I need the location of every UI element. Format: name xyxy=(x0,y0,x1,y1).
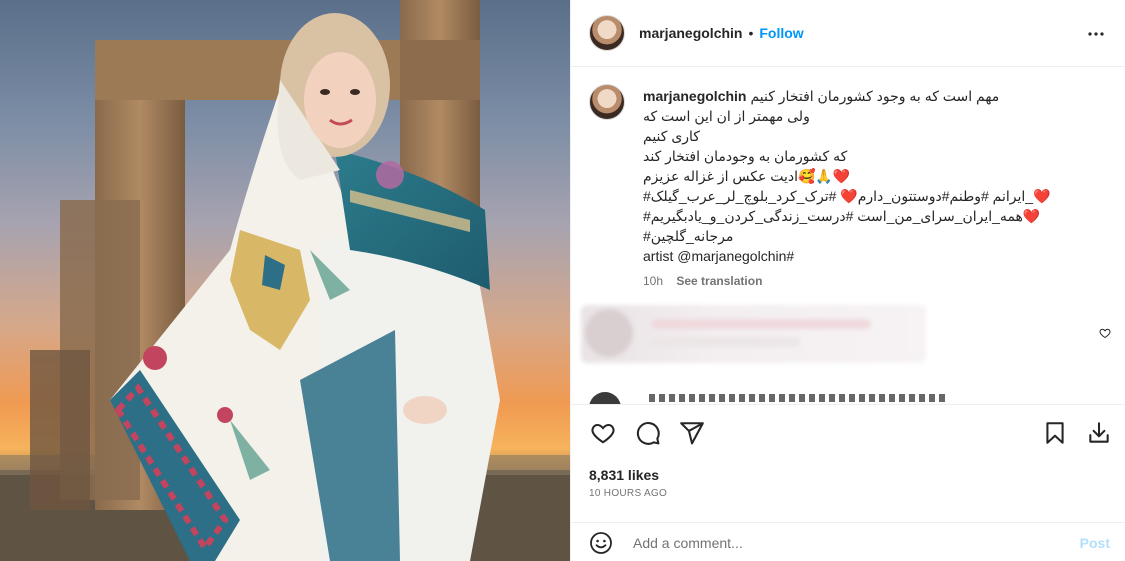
caption-meta: 10h See translation xyxy=(643,274,762,288)
see-translation-link[interactable]: See translation xyxy=(676,274,762,288)
more-options-icon[interactable] xyxy=(1084,22,1108,46)
blurred-comment xyxy=(581,305,926,363)
caption-line: ادیت عکس از غزاله عزیزم🥰🙏❤️ xyxy=(643,168,851,184)
caption-username[interactable]: marjanegolchin xyxy=(643,88,746,104)
username-link[interactable]: marjanegolchin xyxy=(639,25,742,41)
comment-like-heart-icon[interactable] xyxy=(1099,326,1111,344)
post-panel: marjanegolchin • Follow marjanegolchin مه… xyxy=(570,0,1125,561)
caption-line-text: مهم است که به وجود کشورمان افتخار کنیم xyxy=(750,88,1000,104)
caption-line: کاری کنیم xyxy=(643,128,700,144)
post-comment-button[interactable]: Post xyxy=(1080,535,1110,551)
post-image-illustration xyxy=(0,0,570,561)
share-icon[interactable] xyxy=(678,419,706,447)
post-caption: marjanegolchin مهم است که به وجود کشورمان… xyxy=(589,84,1109,299)
caption-line: که کشورمان به وجودمان افتخار کند xyxy=(643,148,848,164)
caption-text: marjanegolchin مهم است که به وجود کشورمان… xyxy=(643,86,1103,266)
post-timestamp: 10 HOURS AGO xyxy=(589,488,668,499)
bookmark-icon[interactable] xyxy=(1041,419,1069,447)
action-bar xyxy=(571,404,1125,462)
caption-line: ولی مهمتر از ان این است که xyxy=(643,108,810,124)
emoji-icon[interactable] xyxy=(589,531,613,560)
post-image[interactable] xyxy=(0,0,570,561)
hashtag-line[interactable]: #مرجانه_گلچین xyxy=(643,226,1103,246)
add-comment-bar: Post xyxy=(571,522,1125,561)
caption-avatar[interactable] xyxy=(589,84,625,120)
artist-mention[interactable]: artist @marjanegolchin# xyxy=(643,246,1103,266)
hashtag-line[interactable]: #همه_ایران_سرای_من_است #درست_زندگی_کردن_… xyxy=(643,206,1103,226)
caption-line: marjanegolchin مهم است که به وجود کشورمان… xyxy=(643,86,1103,106)
heart-icon[interactable] xyxy=(589,419,617,447)
separator-dot: • xyxy=(748,25,754,41)
comment-icon[interactable] xyxy=(634,419,662,447)
avatar[interactable] xyxy=(589,15,625,51)
post-header: marjanegolchin • Follow xyxy=(571,0,1125,67)
post-age: 10h xyxy=(643,274,664,288)
comment-input[interactable] xyxy=(633,531,1053,555)
partial-comment-row xyxy=(589,392,1109,404)
likes-count[interactable]: 8,831 likes xyxy=(589,467,659,483)
hashtag-line[interactable]: #ایرانم #وطنم#دوستتون_دارم❤️ #ترک_کرد_بل… xyxy=(643,186,1103,206)
follow-button[interactable]: Follow xyxy=(759,25,803,41)
download-icon[interactable] xyxy=(1085,419,1113,447)
